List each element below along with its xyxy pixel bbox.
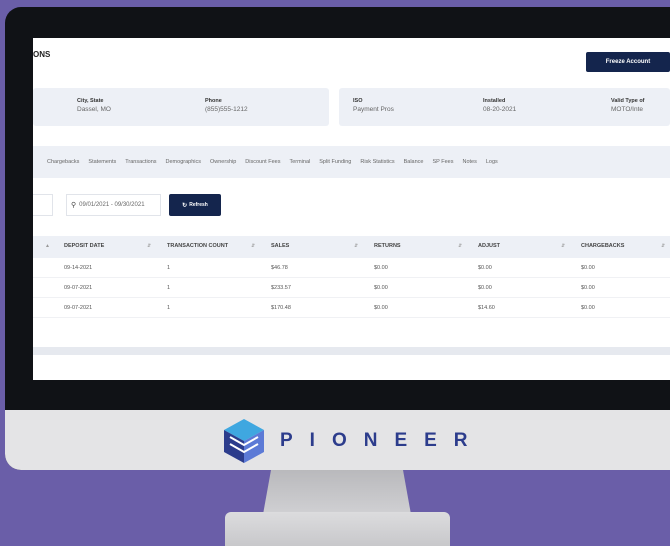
- freeze-account-button[interactable]: Freeze Account: [586, 52, 670, 72]
- pioneer-logo-icon: [224, 419, 264, 463]
- tab-demographics[interactable]: Demographics: [166, 159, 201, 165]
- search-icon: ⚲: [71, 202, 77, 209]
- cell-transaction-count: 1: [167, 265, 171, 271]
- cell-deposit-date: 09-07-2021: [64, 285, 93, 291]
- tab-risk-statistics[interactable]: Risk Statistics: [360, 159, 394, 165]
- cell-transaction-count: 1: [167, 285, 171, 291]
- cell-deposit-date: 09-07-2021: [64, 305, 93, 311]
- col-chargebacks[interactable]: CHARGEBACKS: [581, 243, 624, 249]
- cell-returns: $0.00: [374, 265, 388, 271]
- account-tabs: Chargebacks Statements Transactions Demo…: [33, 146, 670, 178]
- table-row[interactable]: 09-14-2021 1 $46.78 $0.00 $0.00 $0.00: [33, 258, 670, 278]
- page-title: ONS: [33, 50, 51, 59]
- installed-field: Installed 08-20-2021: [483, 98, 516, 113]
- tab-discount-fees[interactable]: Discount Fees: [245, 159, 280, 165]
- tab-statements[interactable]: Statements: [88, 159, 116, 165]
- phone-field: Phone (855)555-1212: [205, 98, 248, 113]
- sort-asc-icon[interactable]: ▲: [45, 243, 50, 249]
- refresh-label: Refresh: [189, 202, 208, 208]
- refresh-button[interactable]: ↻ Refresh: [169, 194, 221, 216]
- cell-adjust: $0.00: [478, 285, 492, 291]
- cell-sales: $46.78: [271, 265, 288, 271]
- cell-deposit-date: 09-14-2021: [64, 265, 93, 271]
- col-deposit-date[interactable]: DEPOSIT DATE: [64, 243, 104, 249]
- tab-split-funding[interactable]: Split Funding: [319, 159, 351, 165]
- table-row[interactable]: 09-07-2021 1 $170.48 $0.00 $14.60 $0.00: [33, 298, 670, 318]
- table-footer: [33, 347, 670, 355]
- sort-icon[interactable]: ⇵: [147, 243, 151, 249]
- deposits-table: ▲ DEPOSIT DATE ⇵ TRANSACTION COUNT ⇵ SAL…: [33, 236, 670, 318]
- cell-adjust: $14.60: [478, 305, 495, 311]
- tab-balance[interactable]: Balance: [404, 159, 424, 165]
- refresh-icon: ↻: [182, 202, 188, 209]
- phone-value: (855)555-1212: [205, 106, 248, 113]
- cell-adjust: $0.00: [478, 265, 492, 271]
- date-range-input[interactable]: ⚲ 09/01/2021 - 09/30/2021: [66, 194, 161, 216]
- cell-transaction-count: 1: [167, 305, 171, 311]
- brand-name: PIONEER: [280, 430, 485, 451]
- table-header: ▲ DEPOSIT DATE ⇵ TRANSACTION COUNT ⇵ SAL…: [33, 236, 670, 258]
- city-label: City, State: [77, 98, 104, 104]
- monitor-foot: [225, 512, 450, 546]
- valid-type-field: Valid Type of MOTO/Inte: [611, 98, 645, 113]
- sort-icon[interactable]: ⇵: [251, 243, 255, 249]
- tab-transactions[interactable]: Transactions: [125, 159, 156, 165]
- cell-returns: $0.00: [374, 305, 388, 311]
- account-info-card: ISO Payment Pros Installed 08-20-2021 Va…: [339, 88, 670, 126]
- col-adjust[interactable]: ADJUST: [478, 243, 500, 249]
- city-field: City, State Dassel, MO: [77, 98, 111, 113]
- cell-chargebacks: $0.00: [581, 305, 595, 311]
- cell-chargebacks: $0.00: [581, 265, 595, 271]
- sort-icon[interactable]: ⇵: [458, 243, 462, 249]
- col-returns[interactable]: RETURNS: [374, 243, 401, 249]
- tab-ownership[interactable]: Ownership: [210, 159, 236, 165]
- tab-terminal[interactable]: Terminal: [289, 159, 310, 165]
- tab-chargebacks[interactable]: Chargebacks: [47, 159, 79, 165]
- sort-icon[interactable]: ⇵: [354, 243, 358, 249]
- installed-label: Installed: [483, 98, 506, 104]
- installed-value: 08-20-2021: [483, 106, 517, 113]
- date-range-value: 09/01/2021 - 09/30/2021: [79, 202, 145, 208]
- tab-notes[interactable]: Notes: [462, 159, 476, 165]
- filter-select[interactable]: [33, 194, 53, 216]
- col-sales[interactable]: SALES: [271, 243, 289, 249]
- valid-type-value: MOTO/Inte: [611, 106, 644, 113]
- cell-chargebacks: $0.00: [581, 285, 595, 291]
- filter-row: ⚲ 09/01/2021 - 09/30/2021 ↻ Refresh: [33, 194, 670, 216]
- cell-returns: $0.00: [374, 285, 388, 291]
- iso-field: ISO Payment Pros: [353, 98, 394, 113]
- valid-type-label: Valid Type of: [611, 98, 645, 104]
- city-value: Dassel, MO: [77, 106, 111, 113]
- sort-icon[interactable]: ⇵: [561, 243, 565, 249]
- merchant-info-card: City, State Dassel, MO Phone (855)555-12…: [33, 88, 329, 126]
- iso-value: Payment Pros: [353, 106, 394, 113]
- col-transaction-count[interactable]: TRANSACTION COUNT: [167, 243, 228, 249]
- cell-sales: $233.57: [271, 285, 291, 291]
- tab-sp-fees[interactable]: SP Fees: [432, 159, 453, 165]
- app-screen: ONS Freeze Account City, State Dassel, M…: [33, 38, 670, 380]
- iso-label: ISO: [353, 98, 363, 104]
- table-row[interactable]: 09-07-2021 1 $233.57 $0.00 $0.00 $0.00: [33, 278, 670, 298]
- tab-logs[interactable]: Logs: [486, 159, 498, 165]
- sort-icon[interactable]: ⇵: [661, 243, 665, 249]
- brand-logo: PIONEER: [218, 412, 485, 470]
- phone-label: Phone: [205, 98, 222, 104]
- cell-sales: $170.48: [271, 305, 291, 311]
